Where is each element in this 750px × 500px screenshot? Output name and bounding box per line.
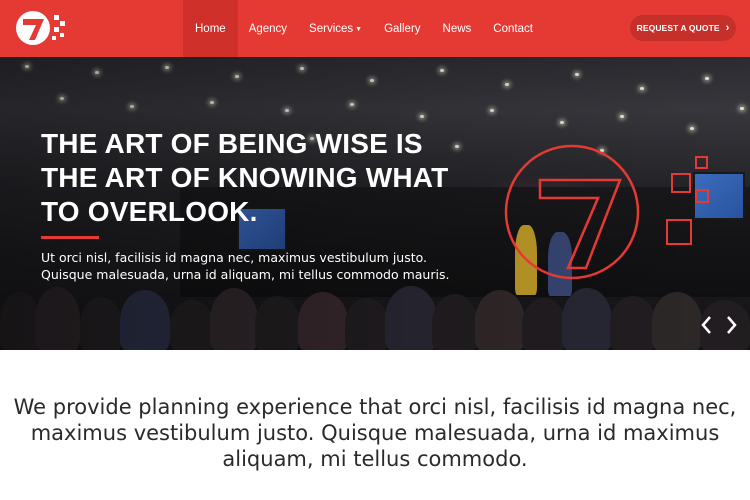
nav-item-services[interactable]: Services ▼ [298, 0, 373, 57]
main-nav: Home Agency Services ▼ Gallery News Cont… [183, 0, 544, 57]
intro-line: maximus vestibulum justo. Quisque malesu… [30, 421, 720, 445]
hero-divider [41, 236, 99, 239]
hero-text-line: Quisque malesuada, urna id aliquam, mi t… [41, 267, 450, 282]
nav-item-news[interactable]: News [432, 0, 483, 57]
chevron-right-icon: › [725, 22, 730, 34]
nav-item-agency[interactable]: Agency [238, 0, 298, 57]
chevron-left-icon[interactable] [698, 314, 716, 336]
nav-item-home[interactable]: Home [183, 0, 238, 57]
nav-item-label: News [442, 22, 472, 35]
hero-title-line: THE ART OF KNOWING WHAT [41, 162, 449, 193]
nav-item-label: Home [195, 22, 226, 35]
seven-logo-icon[interactable] [14, 9, 70, 47]
seven-brand-mark-icon [504, 144, 709, 280]
nav-item-contact[interactable]: Contact [482, 0, 544, 57]
hero-text-line: Ut orci nisl, facilisis id magna nec, ma… [41, 250, 428, 265]
intro-line: aliquam, mi tellus commodo. [222, 447, 528, 471]
request-quote-label: REQUEST A QUOTE [636, 23, 720, 33]
intro-text: We provide planning experience that orci… [0, 394, 750, 472]
hero-title-line: THE ART OF BEING WISE IS [41, 128, 423, 159]
hero-description: Ut orci nisl, facilisis id magna nec, ma… [41, 249, 461, 283]
hero-title: THE ART OF BEING WISE IS THE ART OF KNOW… [41, 127, 461, 229]
nav-item-label: Gallery [384, 22, 421, 35]
intro-line: We provide planning experience that orci… [13, 395, 737, 419]
nav-item-label: Agency [248, 22, 288, 35]
nav-item-label: Services [309, 22, 354, 35]
site-header: Home Agency Services ▼ Gallery News Cont… [0, 0, 750, 57]
request-quote-button[interactable]: REQUEST A QUOTE › [630, 15, 736, 41]
hero-title-line: TO OVERLOOK. [41, 196, 258, 227]
nav-item-gallery[interactable]: Gallery [373, 0, 431, 57]
chevron-right-icon[interactable] [722, 314, 740, 336]
hero-slider: THE ART OF BEING WISE IS THE ART OF KNOW… [0, 57, 750, 350]
nav-item-label: Contact [493, 22, 533, 35]
chevron-down-icon: ▼ [355, 25, 363, 33]
